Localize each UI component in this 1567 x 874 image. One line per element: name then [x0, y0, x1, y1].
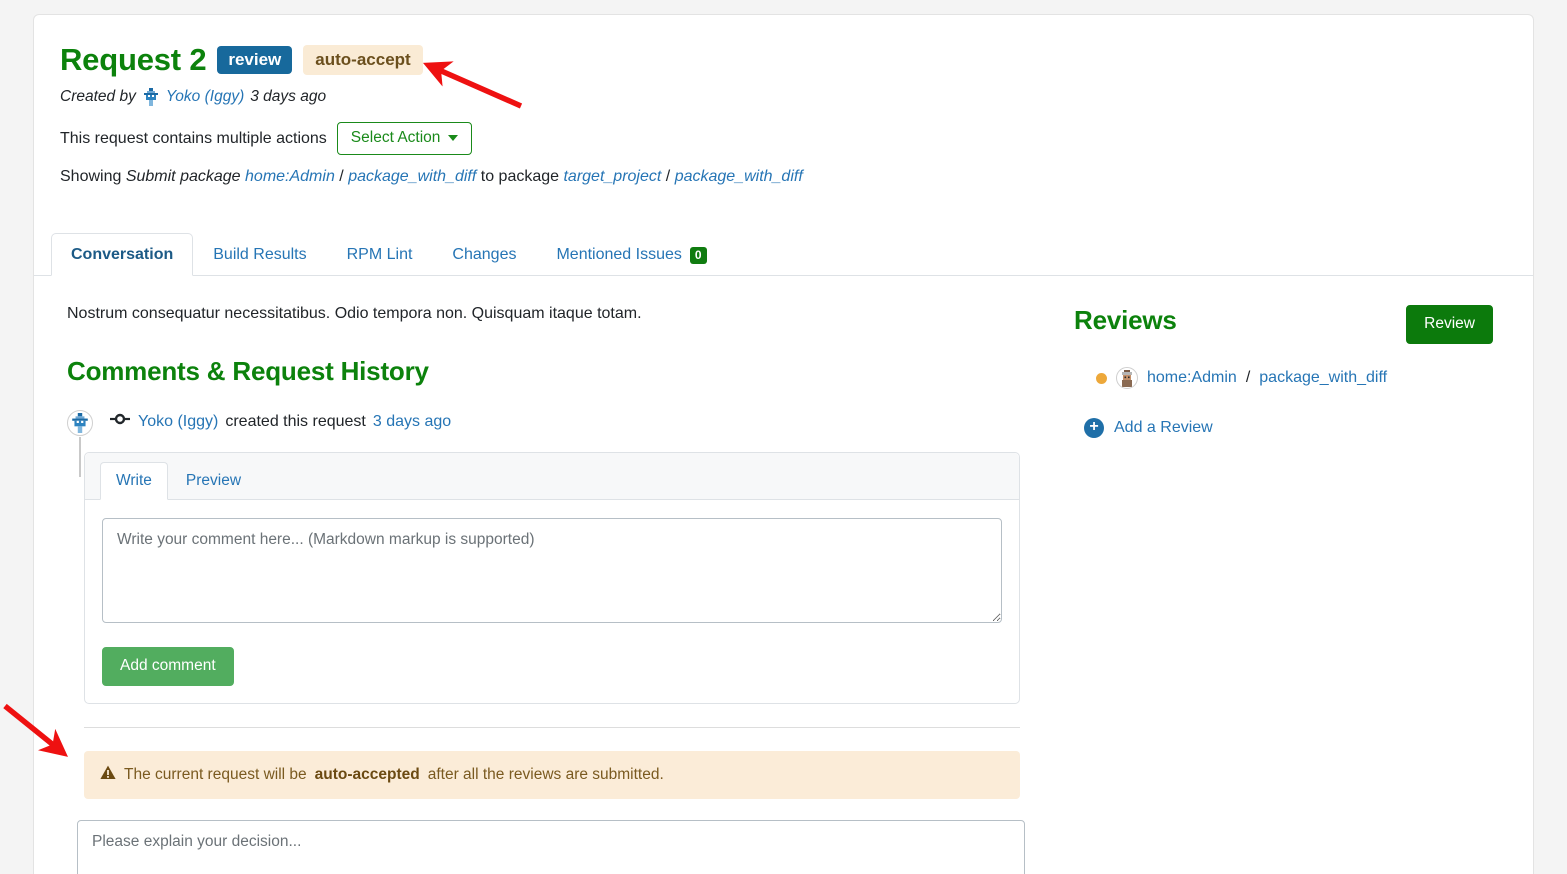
source-project-link[interactable]: home:Admin: [245, 168, 335, 185]
target-project-link[interactable]: target_project: [563, 168, 661, 185]
page-title: Request 2: [60, 41, 206, 78]
timeline-connector: [79, 437, 81, 477]
request-description: Nostrum consequatur necessitatibus. Odio…: [67, 305, 1030, 323]
comment-editor-card: Write Preview Add comment: [84, 452, 1020, 704]
created-by-label: Created by: [60, 88, 136, 106]
tab-conversation[interactable]: Conversation: [51, 233, 193, 276]
history-action-text: created this request: [225, 413, 366, 431]
add-review-label[interactable]: Add a Review: [1114, 419, 1213, 437]
tab-build-results-label: Build Results: [213, 246, 306, 264]
tab-rpm-lint-label: RPM Lint: [347, 246, 413, 264]
alert-text-before: The current request will be: [124, 766, 307, 784]
path-separator-1: /: [339, 168, 343, 185]
created-by-line: Created by Yoko (Iggy) 3 days ago: [60, 88, 1507, 106]
tab-changes-label: Changes: [452, 246, 516, 264]
decision-input[interactable]: [77, 820, 1025, 874]
tab-preview[interactable]: Preview: [170, 462, 257, 500]
review-project-link[interactable]: home:Admin: [1147, 369, 1237, 387]
tab-changes[interactable]: Changes: [432, 233, 536, 276]
showing-label: Showing: [60, 168, 121, 185]
alert-text-after: after all the reviews are submitted.: [428, 766, 664, 784]
tab-conversation-label: Conversation: [71, 246, 173, 264]
reviews-header: Reviews Review: [1074, 305, 1525, 344]
tab-preview-label: Preview: [186, 472, 241, 489]
request-page-card: Request 2 review auto-accept Created by …: [33, 14, 1534, 874]
auto-accept-alert: The current request will be auto-accepte…: [84, 751, 1020, 799]
review-path-separator: /: [1246, 369, 1250, 387]
section-divider: [84, 727, 1020, 728]
review-button[interactable]: Review: [1406, 305, 1493, 344]
tab-mentioned-issues[interactable]: Mentioned Issues 0: [536, 233, 726, 276]
multiple-actions-line: This request contains multiple actions S…: [60, 122, 1507, 155]
target-package-link[interactable]: package_with_diff: [675, 168, 803, 185]
history-timestamp-link[interactable]: 3 days ago: [373, 413, 451, 431]
conversation-column: Nostrum consequatur necessitatibus. Odio…: [42, 305, 1030, 874]
comment-editor-tabs: Write Preview: [85, 453, 1019, 500]
reviews-heading: Reviews: [1074, 305, 1177, 336]
commit-icon: [109, 412, 131, 431]
history-entry: Yoko (Iggy) created this request 3 days …: [67, 410, 1030, 436]
mentioned-issues-count-badge: 0: [690, 247, 707, 264]
reviews-column: Reviews Review home:Admin /: [1030, 305, 1525, 874]
showing-action-line: Showing Submit package home:Admin / pack…: [60, 168, 1507, 186]
path-separator-2: /: [666, 168, 670, 185]
comment-editor-body: Add comment: [85, 500, 1019, 703]
creator-avatar-icon: [142, 88, 160, 106]
created-timestamp: 3 days ago: [250, 88, 326, 106]
history-avatar: [67, 410, 93, 436]
tab-build-results[interactable]: Build Results: [193, 233, 326, 276]
comment-input[interactable]: [102, 518, 1002, 623]
history-author-link[interactable]: Yoko (Iggy): [138, 413, 218, 431]
review-status-dot-icon: [1096, 373, 1107, 384]
tab-rpm-lint[interactable]: RPM Lint: [327, 233, 433, 276]
decision-input-wrapper: [77, 820, 1025, 874]
history-entry-text: Yoko (Iggy) created this request 3 days …: [109, 410, 451, 431]
creator-link[interactable]: Yoko (Iggy): [166, 88, 244, 106]
alert-emphasis: auto-accepted: [315, 766, 420, 784]
warning-icon: [100, 765, 116, 785]
multiple-actions-text: This request contains multiple actions: [60, 130, 327, 148]
action-type-label: Submit package: [126, 168, 241, 185]
status-badge-review: review: [217, 46, 292, 74]
to-package-label: to package: [481, 168, 559, 185]
content-area: Nostrum consequatur necessitatibus. Odio…: [34, 305, 1533, 874]
select-action-label: Select Action: [351, 129, 441, 147]
review-list-item: home:Admin / package_with_diff: [1074, 367, 1525, 389]
tab-write[interactable]: Write: [100, 462, 168, 500]
comments-history-heading: Comments & Request History: [67, 356, 1030, 387]
add-review-button[interactable]: + Add a Review: [1074, 418, 1525, 438]
add-comment-button[interactable]: Add comment: [102, 647, 234, 686]
tab-mentioned-issues-label: Mentioned Issues: [556, 246, 681, 264]
chevron-down-icon: [448, 135, 458, 141]
select-action-button[interactable]: Select Action: [337, 122, 473, 155]
tab-bar: Conversation Build Results RPM Lint Chan…: [34, 233, 1533, 276]
tab-write-label: Write: [116, 472, 152, 489]
request-header: Request 2 review auto-accept: [60, 41, 1507, 78]
plus-icon: +: [1084, 418, 1104, 438]
review-package-link[interactable]: package_with_diff: [1259, 369, 1387, 387]
status-badge-auto-accept: auto-accept: [303, 45, 422, 75]
card-inner: Request 2 review auto-accept Created by …: [34, 15, 1533, 186]
source-package-link[interactable]: package_with_diff: [348, 168, 476, 185]
review-avatar-icon: [1116, 367, 1138, 389]
